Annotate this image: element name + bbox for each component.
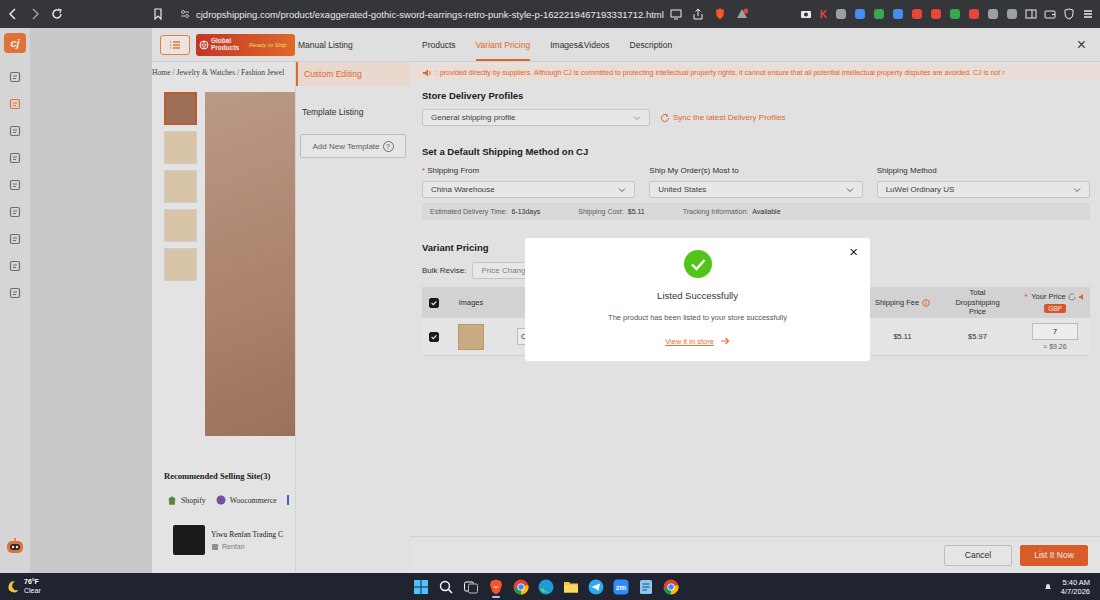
extension-icon[interactable] <box>911 8 923 20</box>
chrome-icon <box>512 578 530 596</box>
running-indicator <box>492 596 500 598</box>
camera-icon[interactable] <box>800 8 812 20</box>
menu-icon[interactable] <box>1082 8 1094 20</box>
browser-toolbar: cjdropshipping.com/product/exaggerated-g… <box>0 0 1100 28</box>
edge-icon <box>537 578 555 596</box>
wallet-icon[interactable] <box>1044 8 1056 20</box>
side-panel-icon[interactable] <box>1025 8 1037 20</box>
telegram-icon <box>587 578 605 596</box>
close-dialog-button[interactable]: × <box>849 244 858 259</box>
dialog-message: The product has been listed to your stor… <box>608 313 787 322</box>
taskview-icon <box>462 578 480 596</box>
address-bar[interactable]: cjdropshipping.com/product/exaggerated-g… <box>172 4 752 24</box>
folder-icon <box>562 578 580 596</box>
taskbar-app[interactable]: zm <box>612 576 630 598</box>
cast-icon[interactable] <box>670 8 682 20</box>
page: cjGlobal ProductsReady to ShipManual Lis… <box>0 28 1100 573</box>
taskbar-app[interactable] <box>487 576 505 598</box>
view-in-store-link[interactable]: View it in store <box>665 336 730 346</box>
moon-icon <box>6 580 20 594</box>
taskbar-app[interactable] <box>562 576 580 598</box>
extension-icon[interactable] <box>987 8 999 20</box>
taskbar-app[interactable] <box>587 576 605 598</box>
url-actions <box>670 8 748 20</box>
brave-icon <box>487 578 505 596</box>
extension-icon[interactable] <box>1006 8 1018 20</box>
chrome-icon <box>662 578 680 596</box>
extension-icon[interactable] <box>968 8 980 20</box>
brave-shield-icon[interactable] <box>714 8 726 20</box>
extension-icon[interactable] <box>835 8 847 20</box>
notepad-icon <box>637 578 655 596</box>
arrow-right-icon <box>720 336 730 346</box>
extension-icon[interactable] <box>949 8 961 20</box>
success-dialog: × Listed Successfully The product has been… <box>525 238 870 361</box>
taskbar-app[interactable] <box>537 576 555 598</box>
site-info-icon[interactable] <box>180 9 190 19</box>
bookmark-icon[interactable] <box>152 8 164 20</box>
share-icon[interactable] <box>692 8 704 20</box>
weather-widget[interactable]: 76°FClear <box>6 578 412 594</box>
notification-icon[interactable] <box>1043 582 1053 592</box>
taskbar-apps: zm <box>412 576 680 598</box>
clock[interactable]: 5:40 AM4/7/2026 <box>1043 578 1090 596</box>
svg-text:zm: zm <box>616 583 627 592</box>
windows-icon <box>412 578 430 596</box>
back-icon[interactable] <box>6 7 20 21</box>
extension-icon[interactable] <box>873 8 885 20</box>
screen: cjdropshipping.com/product/exaggerated-g… <box>0 0 1100 600</box>
reload-icon[interactable] <box>50 7 64 21</box>
search-icon <box>437 578 455 596</box>
success-check-icon <box>684 250 712 278</box>
taskbar-app[interactable] <box>637 576 655 598</box>
taskbar: 76°FClear zm 5:40 AM4/7/2026 <box>0 573 1100 600</box>
extension-letter[interactable]: K <box>819 9 828 20</box>
taskbar-app[interactable] <box>512 576 530 598</box>
extension-icon[interactable] <box>854 8 866 20</box>
taskbar-app[interactable] <box>662 576 680 598</box>
extension-icon[interactable] <box>930 8 942 20</box>
extensions: K <box>800 8 1094 20</box>
url-text[interactable]: cjdropshipping.com/product/exaggerated-g… <box>196 9 664 20</box>
taskbar-app[interactable] <box>437 576 455 598</box>
brave-rewards-icon[interactable] <box>736 8 748 20</box>
forward-icon[interactable] <box>28 7 42 21</box>
nav-buttons <box>6 7 144 21</box>
dialog-title: Listed Successfully <box>657 290 738 301</box>
taskbar-app[interactable] <box>462 576 480 598</box>
taskbar-app[interactable] <box>412 576 430 598</box>
vpn-icon[interactable] <box>1063 8 1075 20</box>
extension-icon[interactable] <box>892 8 904 20</box>
zoom-icon: zm <box>612 578 630 596</box>
